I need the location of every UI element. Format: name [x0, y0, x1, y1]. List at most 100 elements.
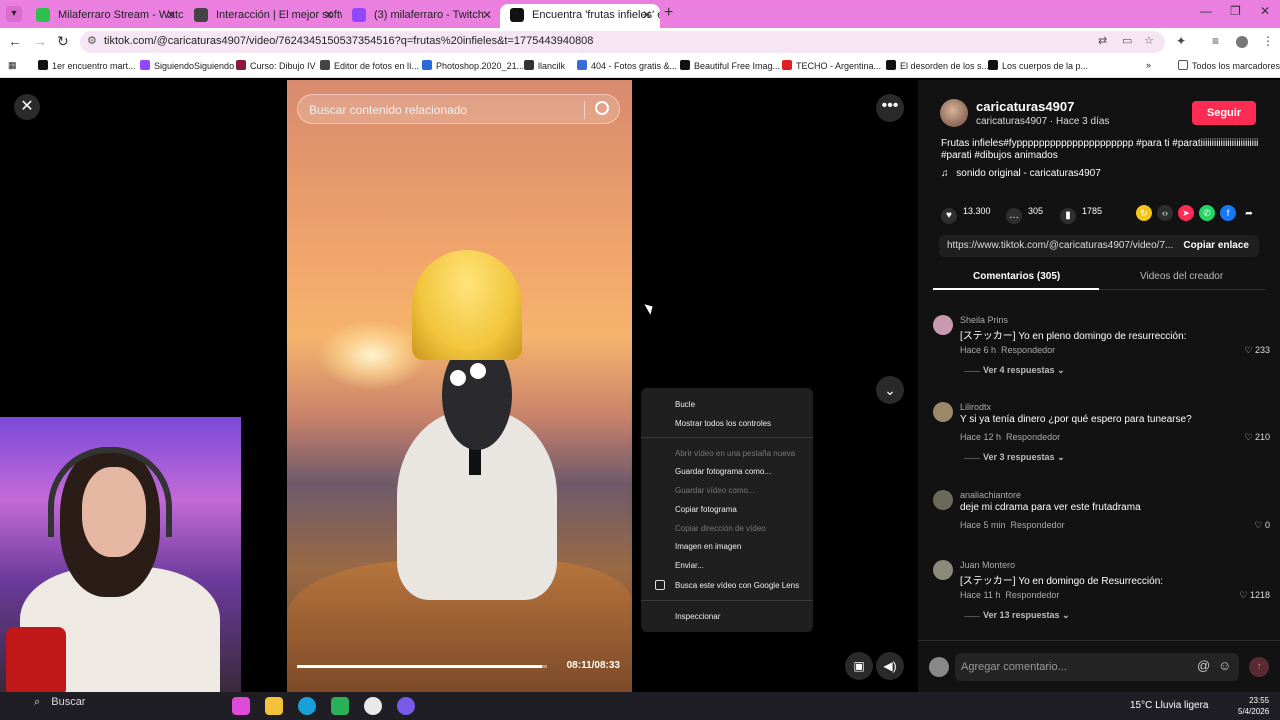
bookmark-item[interactable]: 404 - Fotos gratis &... — [577, 60, 677, 71]
menu-item-send[interactable]: Enviar... — [675, 561, 704, 570]
bookmark-item[interactable]: Editor de fotos en lí... — [320, 60, 419, 71]
copilot-icon[interactable] — [232, 697, 250, 715]
reload-icon[interactable]: ↻ — [57, 33, 69, 50]
obs-icon[interactable] — [397, 697, 415, 715]
sound-link[interactable]: ♫ sonido original - caricaturas4907 — [941, 168, 1101, 179]
minimize-icon[interactable]: — — [1200, 4, 1212, 18]
reply-button[interactable]: Respondedor — [1006, 432, 1060, 442]
bookmark-item[interactable]: SiguiendoSiguiendo — [140, 60, 234, 71]
all-bookmarks[interactable]: Todos los marcadores — [1178, 60, 1280, 71]
whatsapp-icon[interactable]: ✆ — [1199, 205, 1215, 221]
window-close-icon[interactable]: ✕ — [1260, 4, 1270, 18]
forward-icon[interactable]: → — [33, 33, 47, 49]
tab-close-icon[interactable]: ✕ — [482, 4, 492, 26]
commenter-name[interactable]: Sheila Prins — [960, 315, 1008, 325]
embed-icon[interactable]: ‹› — [1157, 205, 1173, 221]
emoji-icon[interactable]: ☺ — [1218, 658, 1231, 673]
media-icon[interactable]: ≡ — [1212, 34, 1219, 48]
file-explorer-icon[interactable] — [265, 697, 283, 715]
app-icon[interactable] — [331, 697, 349, 715]
view-replies-button[interactable]: Ver 13 respuestas ⌄ — [983, 610, 1070, 621]
menu-item-google-lens[interactable]: Busca este vídeo con Google Lens — [675, 581, 799, 590]
restore-icon[interactable]: ❐ — [1230, 4, 1241, 18]
browser-tab-4-active[interactable]: Encuentra 'frutas infieles' e ✕ — [500, 4, 660, 28]
menu-item-show-controls[interactable]: Mostrar todos los controles — [675, 419, 771, 428]
tab-search-icon[interactable]: ▾ — [6, 6, 22, 22]
browser-tab-3[interactable]: (3) milaferraro - Twitch ✕ — [342, 4, 500, 28]
taskbar-search[interactable]: ⌕ Buscar — [34, 696, 85, 709]
video-link-url[interactable]: https://www.tiktok.com/@caricaturas4907/… — [947, 240, 1177, 251]
close-video-button[interactable]: ✕ — [14, 94, 40, 120]
like-stat[interactable]: ♥ 13.300 — [941, 206, 991, 224]
profile-avatar[interactable] — [1236, 36, 1248, 48]
search-icon[interactable] — [595, 101, 609, 115]
post-comment-button[interactable]: ↑ — [1249, 657, 1269, 677]
menu-item-inspect[interactable]: Inspeccionar — [675, 612, 720, 621]
bookmark-item[interactable]: Beautiful Free Imag... — [680, 60, 780, 71]
cast-icon[interactable]: ▭ — [1122, 34, 1132, 47]
video-player[interactable]: Buscar contenido relacionado 08:11/08:33 — [287, 80, 632, 692]
reply-button[interactable]: Respondedor — [1005, 590, 1059, 600]
reply-button[interactable]: Respondedor — [1001, 345, 1055, 355]
tab-close-icon[interactable]: ✕ — [324, 4, 334, 26]
weather-widget[interactable]: 15°C Lluvia ligera — [1130, 700, 1209, 711]
chrome-icon[interactable] — [364, 697, 382, 715]
follow-button[interactable]: Seguir — [1192, 101, 1256, 125]
commenter-avatar[interactable] — [933, 490, 953, 510]
creator-username[interactable]: caricaturas4907 — [976, 99, 1074, 114]
menu-item-loop[interactable]: Bucle — [675, 400, 695, 409]
translate-icon[interactable]: ⇄ — [1098, 34, 1107, 47]
send-friends-icon[interactable]: ➤ — [1178, 205, 1194, 221]
back-icon[interactable]: ← — [8, 33, 22, 49]
extensions-icon[interactable]: ✦ — [1176, 34, 1186, 48]
menu-item-copy-frame[interactable]: Copiar fotograma — [675, 505, 737, 514]
comment-like[interactable]: ♡ 1218 — [1239, 590, 1270, 601]
omnibox[interactable]: ⚙ tiktok.com/@caricaturas4907/video/7624… — [80, 31, 1165, 53]
site-info-icon[interactable]: ⚙ — [87, 34, 97, 47]
url-text[interactable]: tiktok.com/@caricaturas4907/video/762434… — [104, 35, 593, 47]
related-search-input[interactable]: Buscar contenido relacionado — [297, 94, 620, 124]
commenter-name[interactable]: analiachiantore — [960, 490, 1021, 500]
reply-button[interactable]: Respondedor — [1011, 520, 1065, 530]
commenter-avatar[interactable] — [933, 315, 953, 335]
tab-comments[interactable]: Comentarios (305) — [973, 271, 1060, 282]
taskbar-clock[interactable]: 23:55 5/4/2026 — [1238, 695, 1269, 717]
mention-icon[interactable]: @ — [1197, 658, 1210, 673]
apps-grid-icon[interactable]: ▦ — [8, 60, 17, 71]
comment-like[interactable]: ♡ 210 — [1244, 432, 1270, 443]
tab-close-icon[interactable]: ✕ — [642, 4, 652, 26]
volume-button[interactable]: ◀) — [876, 652, 904, 680]
edge-icon[interactable] — [298, 697, 316, 715]
comment-like[interactable]: ♡ 233 — [1244, 345, 1270, 356]
save-stat[interactable]: ▮ 1785 — [1060, 206, 1102, 224]
commenter-name[interactable]: Lilirodtx — [960, 402, 991, 412]
mini-player-button[interactable]: ▣ — [845, 652, 873, 680]
next-video-button[interactable]: ⌄ — [876, 376, 904, 404]
video-progress-bar[interactable] — [297, 665, 547, 668]
browser-menu-icon[interactable]: ⋮ — [1262, 34, 1274, 48]
commenter-avatar[interactable] — [933, 402, 953, 422]
view-replies-button[interactable]: Ver 4 respuestas ⌄ — [983, 365, 1065, 376]
menu-item-picture-in-picture[interactable]: Imagen en imagen — [675, 542, 741, 551]
facebook-icon[interactable]: f — [1220, 205, 1236, 221]
bookmark-item[interactable]: TECHO - Argentina... — [782, 60, 881, 71]
bookmarks-overflow-icon[interactable]: » — [1146, 60, 1151, 70]
new-tab-icon[interactable]: + — [664, 4, 673, 22]
more-options-button[interactable]: ••• — [876, 94, 904, 122]
comment-input[interactable]: Agregar comentario... @ ☺ — [955, 653, 1239, 681]
tab-creator-videos[interactable]: Videos del creador — [1140, 271, 1223, 282]
creator-avatar[interactable] — [940, 99, 968, 127]
share-arrow-icon[interactable]: ➦ — [1241, 205, 1257, 221]
commenter-avatar[interactable] — [933, 560, 953, 580]
comment-stat[interactable]: … 305 — [1006, 206, 1043, 224]
bookmark-star-icon[interactable]: ☆ — [1144, 34, 1154, 47]
commenter-name[interactable]: Juan Montero — [960, 560, 1015, 570]
copy-link-button[interactable]: Copiar enlace — [1183, 240, 1249, 251]
tab-close-icon[interactable]: ✕ — [166, 4, 176, 26]
bookmark-item[interactable]: Curso: Dibujo IV — [236, 60, 316, 71]
bookmark-item[interactable]: llancilk — [524, 60, 565, 71]
menu-item-save-frame[interactable]: Guardar fotograma como... — [675, 467, 771, 476]
repost-icon[interactable]: ↻ — [1136, 205, 1152, 221]
bookmark-item[interactable]: Los cuerpos de la p... — [988, 60, 1088, 71]
bookmark-item[interactable]: 1er encuentro mart... — [38, 60, 136, 71]
